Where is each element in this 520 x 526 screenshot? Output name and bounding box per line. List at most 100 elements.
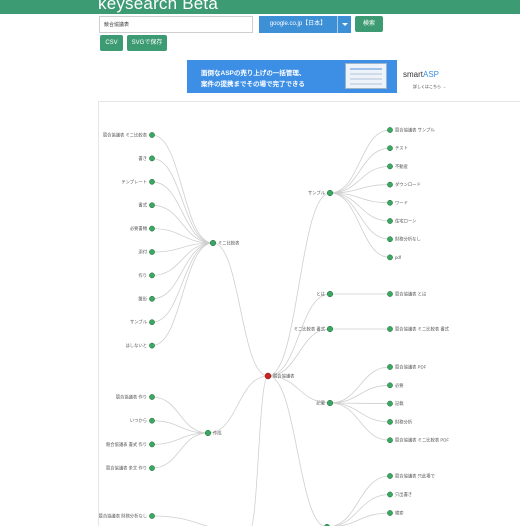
laptop-icon [345,63,387,89]
mindmap-leaf-node[interactable] [387,491,393,498]
mindmap-leaf-label: pdf [395,255,402,260]
mindmap-leaf-node[interactable] [149,132,155,138]
engine-select-label: google.co.jp【日本】 [269,21,327,27]
ad-logo-suffix: ASP [423,70,440,79]
mindmap-leaf-node[interactable] [149,319,155,326]
mindmap-branch-node[interactable] [209,239,217,247]
app-title[interactable]: keysearch Beta [98,0,218,14]
mindmap-edges [151,129,391,526]
mindmap-leaf-node[interactable] [387,473,393,479]
mindmap-leaf-label: 必要 [395,382,404,389]
mindmap-leaf-node[interactable] [387,199,393,206]
mindmap-leaf-label: 雛形 [138,295,147,302]
mindmap-edge [329,192,391,240]
mindmap-edge [332,494,391,526]
mindmap-leaf-label: 財務分析なし [395,236,421,243]
mindmap-leaf-label: 競合協議表 PDF [395,364,427,371]
mindmap-leaf-node[interactable] [387,382,393,389]
mindmap-leaf-node[interactable] [387,236,393,243]
mindmap-leaf-label: 住宅ローン [395,218,416,224]
mindmap-leaf-node[interactable] [149,155,155,162]
mindmap-edge [329,366,391,404]
mindmap-leaf-node[interactable] [149,225,155,232]
mindmap-leaf-node[interactable] [387,400,393,407]
mindmap-leaf-label: ダウンロード [395,181,421,188]
ad-banner-panel: 面倒なASPの売り上げの一括管理、 案件の提携までその場で完了できる [187,60,397,93]
mindmap-leaf-node[interactable] [149,295,155,302]
mindmap-leaf-label: 作り [138,272,147,279]
mindmap-leaf-label: 競合協議表 只此場で [395,473,435,480]
mindmap-branch-node[interactable] [204,429,212,437]
engine-select[interactable]: google.co.jp【日本】 [259,16,351,33]
mindmap-panel[interactable]: 競合協議表 ミニ比較表 書き テンプレート 書式 必要書類 添付 作り 雛形 サンプル はしないと… [98,101,520,526]
mindmap-leaf-label: 検索 [395,510,404,517]
mindmap-leaf-node[interactable] [149,513,155,519]
mindmap-leaf-label: 競合協議表 条文 作り [106,465,147,472]
mindmap-edge [267,375,331,404]
mindmap-edge [330,475,391,526]
mindmap-leaf-node[interactable] [149,202,155,209]
mindmap-leaf-node[interactable] [149,441,155,448]
mindmap-leaf-label: サンプル [130,320,148,326]
mindmap-leaf-node[interactable] [149,342,155,349]
mindmap-leaf-node[interactable] [387,145,393,152]
mindmap-branch-label: ミニ比較表 [218,240,240,247]
csv-export-button[interactable]: CSV [100,35,123,51]
mindmap-leaf-node[interactable] [387,181,393,188]
mindmap-leaf-node[interactable] [387,364,393,370]
mindmap-leaf-label: テスト [395,146,408,152]
mindmap-edge [267,293,331,377]
mindmap-edge [151,242,214,323]
mindmap-leaf-label: はしないと [126,342,147,349]
mindmap-branch-node[interactable] [326,189,334,197]
mindmap-nodes: 競合協議表 ミニ比較表書きテンプレート書式必要書類添付作り雛形サンプルはしないと… [99,127,450,526]
mindmap-leaf-node[interactable] [387,419,393,425]
chevron-down-icon[interactable] [337,16,351,33]
mindmap-leaf-node[interactable] [149,417,155,424]
mindmap-root-node[interactable] [264,372,272,380]
mindmap-leaf-node[interactable] [387,254,393,261]
svg-save-button[interactable]: SVGで保存 [127,35,167,51]
mindmap-leaf-label: 競合協議表 とは [395,291,427,298]
search-input[interactable] [99,16,253,33]
ad-logo: smartASP [403,70,439,79]
mindmap-leaf-node[interactable] [387,326,393,332]
mindmap-leaf-node[interactable] [149,249,155,255]
mindmap-leaf-label: 競合協議表 ミニ比較表 [103,132,148,139]
mindmap-leaf-node[interactable] [149,178,155,185]
mindmap-leaf-label: 競合協議表 書式 作り [106,441,147,448]
mindmap-edge [337,512,391,526]
header-bar: keysearch Beta [0,0,520,14]
mindmap-leaf-node[interactable] [149,394,155,400]
mindmap-edge [267,192,331,377]
ad-banner[interactable]: 面倒なASPの売り上げの一括管理、 案件の提携までその場で完了できる smart… [187,60,457,93]
mindmap-leaf-node[interactable] [387,127,393,133]
mindmap-edge [212,242,269,377]
mindmap-branch-label: サンプル [308,191,326,197]
mindmap-edge [329,129,391,194]
mindmap-leaf-node[interactable] [387,218,393,224]
mindmap-edge [267,375,326,526]
mindmap-branch-node[interactable] [326,290,334,298]
mindmap-leaf-node[interactable] [387,163,393,170]
mindmap-leaf-label: 必要書類 [130,225,148,232]
search-button[interactable]: 検索 [355,16,383,32]
mindmap-leaf-node[interactable] [387,291,393,297]
mindmap-edge [207,375,269,434]
mindmap-edge [151,181,214,244]
mindmap-leaf-node[interactable] [387,510,393,516]
mindmap-leaf-label: 競合協議表 財務分析なし [99,513,147,520]
mindmap-edge [329,402,391,423]
mindmap-branch-node[interactable] [326,325,334,333]
ad-banner-line1: 面倒なASPの売り上げの一括管理、 [201,70,306,77]
mindmap-leaf-label: 競合協議表 作り [116,394,147,401]
mindmap-canvas[interactable]: 競合協議表 ミニ比較表書きテンプレート書式必要書類添付作り雛形サンプルはしないと… [99,102,520,526]
mindmap-leaf-node[interactable] [149,465,155,471]
mindmap-leaf-node[interactable] [387,437,393,444]
mindmap-branch-node[interactable] [326,399,334,407]
mindmap-leaf-label: テンプレート [121,179,147,185]
mindmap-branch-label: 作成 [213,430,222,437]
ad-more-link[interactable]: 詳しくはこちら → [413,84,446,90]
mindmap-leaf-node[interactable] [149,272,155,279]
mindmap-edge [151,432,209,445]
